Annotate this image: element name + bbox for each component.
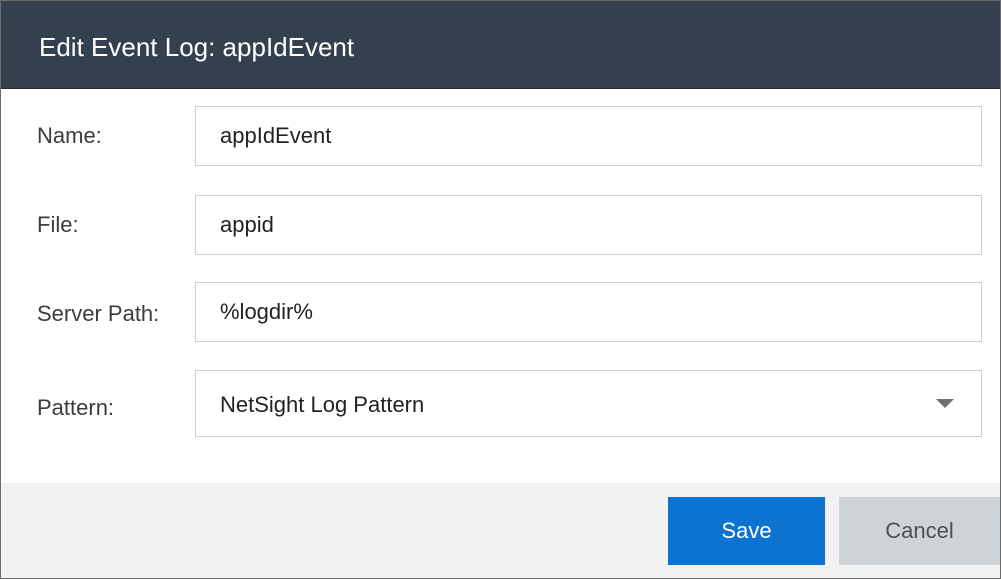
pattern-label: Pattern: [37,395,115,420]
dialog-title: Edit Event Log: appIdEvent [39,32,355,62]
chevron-down-icon[interactable] [936,399,954,408]
server-path-label: Server Path: [37,301,160,326]
name-input[interactable] [195,106,982,166]
file-label: File: [37,212,79,237]
pattern-select[interactable]: NetSight Log Pattern [195,370,982,437]
server-path-input[interactable] [195,282,982,342]
file-input[interactable] [195,195,982,255]
cancel-button[interactable]: Cancel [839,497,1000,565]
save-button[interactable]: Save [668,497,825,565]
pattern-select-value: NetSight Log Pattern [220,392,425,417]
dialog-titlebar: Edit Event Log: appIdEvent [1,1,1000,89]
name-label: Name: [37,123,102,148]
edit-event-log-dialog: Edit Event Log: appIdEvent Name: File: S… [0,0,1001,579]
